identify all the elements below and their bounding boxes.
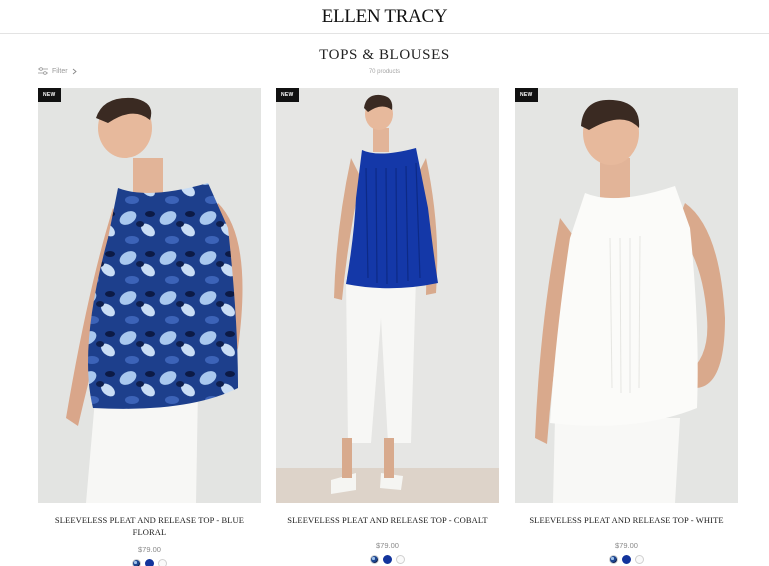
- swatch-white[interactable]: [158, 559, 167, 566]
- product-price: $79.00: [376, 541, 399, 550]
- product-count: 70 products: [368, 69, 401, 75]
- color-swatches: [515, 555, 738, 564]
- swatch-cobalt[interactable]: [145, 559, 154, 566]
- brand-logo[interactable]: ELLEN TRACY: [0, 6, 769, 28]
- product-name[interactable]: SLEEVELESS PLEAT AND RELEASE TOP - BLUE …: [38, 514, 261, 538]
- new-badge: NEW: [38, 88, 61, 102]
- product-name[interactable]: SLEEVELESS PLEAT AND RELEASE TOP - WHITE: [515, 514, 738, 526]
- product-image[interactable]: NEW: [276, 88, 499, 503]
- swatch-blue-floral[interactable]: [370, 555, 379, 564]
- color-swatches: [38, 559, 261, 566]
- new-badge: NEW: [515, 88, 538, 102]
- swatch-cobalt[interactable]: [383, 555, 392, 564]
- swatch-blue-floral[interactable]: [609, 555, 618, 564]
- swatch-blue-floral[interactable]: [132, 559, 141, 566]
- product-card-white[interactable]: NEW SLEEVELESS PLEAT AND RELEASE TOP - W…: [515, 88, 738, 564]
- product-image[interactable]: NEW: [515, 88, 738, 503]
- product-price: $79.00: [138, 545, 161, 554]
- model-photo-cobalt: [276, 88, 499, 503]
- product-card-blue-floral[interactable]: NEW SLEEVELESS PLEAT AND RELEASE TOP - B…: [38, 88, 261, 566]
- site-header: ELLEN TRACY: [0, 0, 769, 34]
- color-swatches: [276, 555, 499, 564]
- swatch-cobalt[interactable]: [622, 555, 631, 564]
- swatch-white[interactable]: [396, 555, 405, 564]
- new-badge: NEW: [276, 88, 299, 102]
- product-name[interactable]: SLEEVELESS PLEAT AND RELEASE TOP - COBAL…: [276, 514, 499, 526]
- product-price: $79.00: [615, 541, 638, 550]
- product-image[interactable]: NEW: [38, 88, 261, 503]
- product-card-cobalt[interactable]: NEW SLEEVELESS PLEAT AND RELEASE TOP - C…: [276, 88, 499, 564]
- swatch-white[interactable]: [635, 555, 644, 564]
- page-title: TOPS & BLOUSES: [319, 47, 450, 63]
- model-photo-blue-floral: [38, 88, 261, 503]
- model-photo-white: [515, 88, 738, 503]
